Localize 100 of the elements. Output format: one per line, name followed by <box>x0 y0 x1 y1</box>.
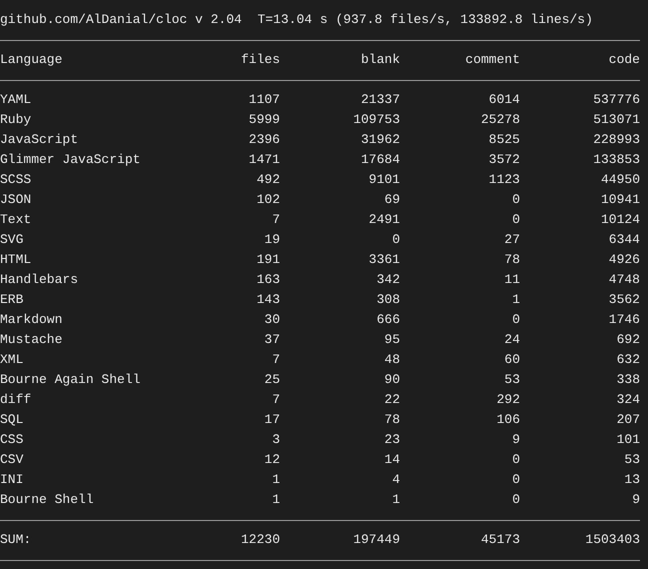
table-cell-text: 4748 <box>608 271 640 289</box>
table-cell-text: 53 <box>623 451 640 469</box>
table-cell-text: 17 <box>263 411 280 429</box>
table-cell-text: 53 <box>503 371 520 389</box>
table-cell-text: 324 <box>616 391 640 409</box>
table-cell-text: 5999 <box>248 111 280 129</box>
table-cell-text: 1123 <box>488 171 520 189</box>
table-cell-text: 25278 <box>480 111 520 129</box>
table-cell-text: Text <box>0 211 32 229</box>
table-cell-text: 7 <box>271 391 280 409</box>
table-cell-text: Handlebars <box>0 271 80 289</box>
table-cell-text: 6344 <box>608 231 640 249</box>
table-cell-text: INI <box>0 471 24 489</box>
table-cell-text: 60 <box>503 351 520 369</box>
sum-cell-text: SUM: <box>0 531 32 549</box>
table-cell-text: 143 <box>256 291 280 309</box>
table-cell-text: 0 <box>511 311 520 329</box>
table-cell-text: 48 <box>383 351 400 369</box>
table-cell-text: 25 <box>263 371 280 389</box>
table-cell-text: 10124 <box>600 211 640 229</box>
table-cell-text: YAML <box>0 91 32 109</box>
table-cell-text: JSON <box>0 191 32 209</box>
table-cell-text: 1 <box>511 291 520 309</box>
table-cell-text: 1 <box>391 491 400 509</box>
table-cell-text: 8525 <box>488 131 520 149</box>
table-cell-text: 0 <box>511 471 520 489</box>
table-cell-text: 78 <box>383 411 400 429</box>
table-cell-text: 191 <box>256 251 280 269</box>
table-cell-text: 1 <box>271 491 280 509</box>
table-cell-text: XML <box>0 351 24 369</box>
table-cell-text: 3361 <box>368 251 400 269</box>
table-cell-text: 22 <box>383 391 400 409</box>
table-cell-text: 1746 <box>608 311 640 329</box>
table-cell-text: 44950 <box>600 171 640 189</box>
table-cell-text: 19 <box>263 231 280 249</box>
column-header: Language <box>0 51 64 69</box>
table-cell-text: 692 <box>616 331 640 349</box>
sum-cell-text: 12230 <box>240 531 280 549</box>
table-cell-text: 292 <box>496 391 520 409</box>
table-cell-text: 106 <box>496 411 520 429</box>
table-cell-text: 7 <box>271 351 280 369</box>
table-cell-text: Mustache <box>0 331 64 349</box>
table-cell-text: 90 <box>383 371 400 389</box>
table-cell-text: HTML <box>0 251 32 269</box>
table-cell-text: diff <box>0 391 32 409</box>
table-cell-text: 0 <box>511 191 520 209</box>
table-cell-text: Ruby <box>0 111 32 129</box>
table-cell-text: 2396 <box>248 131 280 149</box>
table-cell-text: SQL <box>0 411 24 429</box>
summary-line: github.com/AlDanial/cloc v 2.04 T=13.04 s (937.8 files/s, 133892.8 lines/s) <box>0 11 594 29</box>
table-cell-text: 0 <box>511 491 520 509</box>
table-cell-text: 24 <box>503 331 520 349</box>
table-cell-text: 163 <box>256 271 280 289</box>
table-cell-text: 30 <box>263 311 280 329</box>
table-cell-text: JavaScript <box>0 131 80 149</box>
table-cell-text: 13 <box>623 471 640 489</box>
table-cell-text: 0 <box>511 451 520 469</box>
table-cell-text: 133853 <box>592 151 640 169</box>
column-header: comment <box>464 51 520 69</box>
table-cell-text: 3 <box>271 431 280 449</box>
table-cell-text: 537776 <box>592 91 640 109</box>
table-cell-text: 338 <box>616 371 640 389</box>
table-cell-text: SVG <box>0 231 24 249</box>
table-cell-text: 0 <box>511 211 520 229</box>
table-cell-text: 0 <box>391 231 400 249</box>
table-cell-text: Markdown <box>0 311 64 329</box>
table-cell-text: 228993 <box>592 131 640 149</box>
table-cell-text: 27 <box>503 231 520 249</box>
table-cell-text: 3562 <box>608 291 640 309</box>
table-cell-text: 37 <box>263 331 280 349</box>
table-cell-text: 9101 <box>368 171 400 189</box>
table-cell-text: 513071 <box>592 111 640 129</box>
table-cell-text: 1 <box>271 471 280 489</box>
table-cell-text: 12 <box>263 451 280 469</box>
table-cell-text: Bourne Again Shell <box>0 371 142 389</box>
table-cell-text: 632 <box>616 351 640 369</box>
table-cell-text: 4926 <box>608 251 640 269</box>
table-cell-text: 207 <box>616 411 640 429</box>
sum-cell-text: 45173 <box>480 531 520 549</box>
table-cell-text: 6014 <box>488 91 520 109</box>
column-header: files <box>240 51 280 69</box>
table-cell-text: 21337 <box>360 91 400 109</box>
table-cell-text: 10941 <box>600 191 640 209</box>
table-cell-text: Glimmer JavaScript <box>0 151 142 169</box>
table-cell-text: 69 <box>383 191 400 209</box>
table-cell-text: 342 <box>376 271 400 289</box>
table-cell-text: 666 <box>376 311 400 329</box>
table-cell-text: 4 <box>391 471 400 489</box>
table-cell-text: 31962 <box>360 131 400 149</box>
table-cell-text: 17684 <box>360 151 400 169</box>
table-cell-text: 78 <box>503 251 520 269</box>
table-cell-text: Bourne Shell <box>0 491 95 509</box>
table-cell-text: 308 <box>376 291 400 309</box>
table-cell-text: 1471 <box>248 151 280 169</box>
table-cell-text: SCSS <box>0 171 32 189</box>
table-cell-text: 101 <box>616 431 640 449</box>
table-cell-text: 95 <box>383 331 400 349</box>
table-cell-text: 109753 <box>352 111 400 129</box>
table-cell-text: 3572 <box>488 151 520 169</box>
table-cell-text: 9 <box>511 431 520 449</box>
